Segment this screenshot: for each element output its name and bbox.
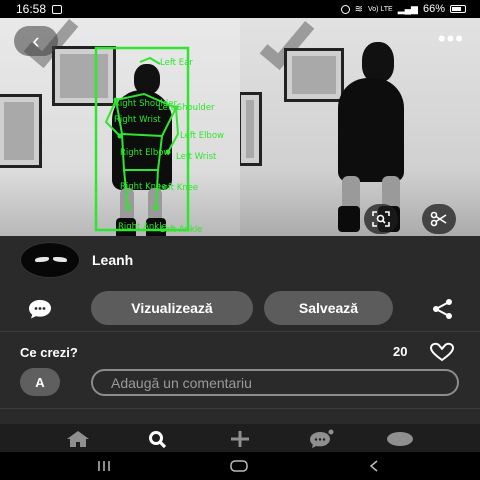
recent-apps-button[interactable] <box>94 459 114 473</box>
recent-apps-icon <box>98 461 110 471</box>
nav-messages[interactable] <box>306 429 336 449</box>
original-image[interactable]: ••• <box>240 18 480 236</box>
pose-label: Left Shoulder <box>158 103 215 113</box>
back-button[interactable]: ‹ <box>14 26 58 56</box>
pose-label: Right Wrist <box>114 115 161 125</box>
creator-username[interactable]: Leanh <box>92 252 133 268</box>
avatar-eye-decoration <box>35 257 49 262</box>
current-user-avatar: A <box>20 368 60 396</box>
cutout-button[interactable] <box>422 204 456 234</box>
pin-media: Left Ear Right Shoulder Left Shoulder Ri… <box>0 18 480 236</box>
scissors-icon <box>430 211 447 227</box>
battery-percent: 66% <box>422 3 445 15</box>
heart-icon <box>429 342 455 362</box>
back-nav-button[interactable] <box>366 459 382 473</box>
comment-bubble-icon <box>29 300 51 319</box>
comment-input[interactable] <box>91 369 459 396</box>
save-button[interactable]: Salvează <box>264 291 393 325</box>
nav-home[interactable] <box>63 429 93 449</box>
more-dots-icon: ••• <box>437 26 464 51</box>
system-navigation <box>0 452 480 480</box>
pose-label: Left Ankle <box>160 225 202 235</box>
network-label: Vo) LTE <box>367 5 393 13</box>
view-button[interactable]: Vizualizează <box>91 291 253 325</box>
status-bar: 16:58 ≋ Vo) LTE ▂▄▆ 66% <box>0 0 480 18</box>
action-bar: Vizualizează Salvează <box>0 284 480 332</box>
pose-label: Left Ear <box>160 58 193 68</box>
home-button[interactable] <box>228 459 250 473</box>
comments-section: Ce crezi? 20 A <box>0 332 480 408</box>
section-divider <box>0 408 480 424</box>
share-icon <box>433 299 452 319</box>
nav-search[interactable] <box>143 429 173 449</box>
pose-label: Left Wrist <box>176 152 217 162</box>
pose-label: Left Knee <box>158 183 198 193</box>
wall-frame <box>284 48 344 102</box>
signal-icon: ▂▄▆ <box>397 3 418 14</box>
search-icon <box>149 431 167 448</box>
alarm-icon <box>340 4 350 14</box>
back-arrow-icon: ‹ <box>32 28 40 53</box>
status-time: 16:58 <box>16 2 47 16</box>
battery-icon <box>450 5 466 13</box>
home-icon <box>67 431 89 447</box>
comments-heading: Ce crezi? <box>20 345 78 360</box>
wifi-icon: ≋ <box>354 3 363 15</box>
like-count: 20 <box>393 344 408 359</box>
avatar-eye-decoration <box>53 257 67 262</box>
share-button[interactable] <box>430 298 456 320</box>
comment-button[interactable] <box>26 298 54 320</box>
pose-detection-image[interactable]: Left Ear Right Shoulder Left Shoulder Ri… <box>0 18 240 236</box>
home-outline-icon <box>230 460 248 472</box>
avatar[interactable] <box>20 242 80 278</box>
pose-label: Left Elbow <box>180 131 224 141</box>
nav-profile[interactable] <box>385 429 415 449</box>
like-button[interactable] <box>428 342 456 362</box>
creator-row[interactable]: Leanh <box>0 236 480 284</box>
profile-icon <box>387 432 413 446</box>
nav-create[interactable] <box>225 429 255 449</box>
plus-icon <box>231 431 249 447</box>
visual-search-icon <box>372 211 390 227</box>
bottom-navigation <box>0 424 480 452</box>
more-options-button[interactable]: ••• <box>438 26 464 52</box>
back-chevron-icon <box>369 460 378 472</box>
pose-label: Right Elbow <box>120 148 170 158</box>
wall-frame <box>240 92 262 166</box>
visual-search-button[interactable] <box>364 204 398 234</box>
messages-icon <box>310 429 334 448</box>
gallery-notification-icon <box>52 4 63 14</box>
